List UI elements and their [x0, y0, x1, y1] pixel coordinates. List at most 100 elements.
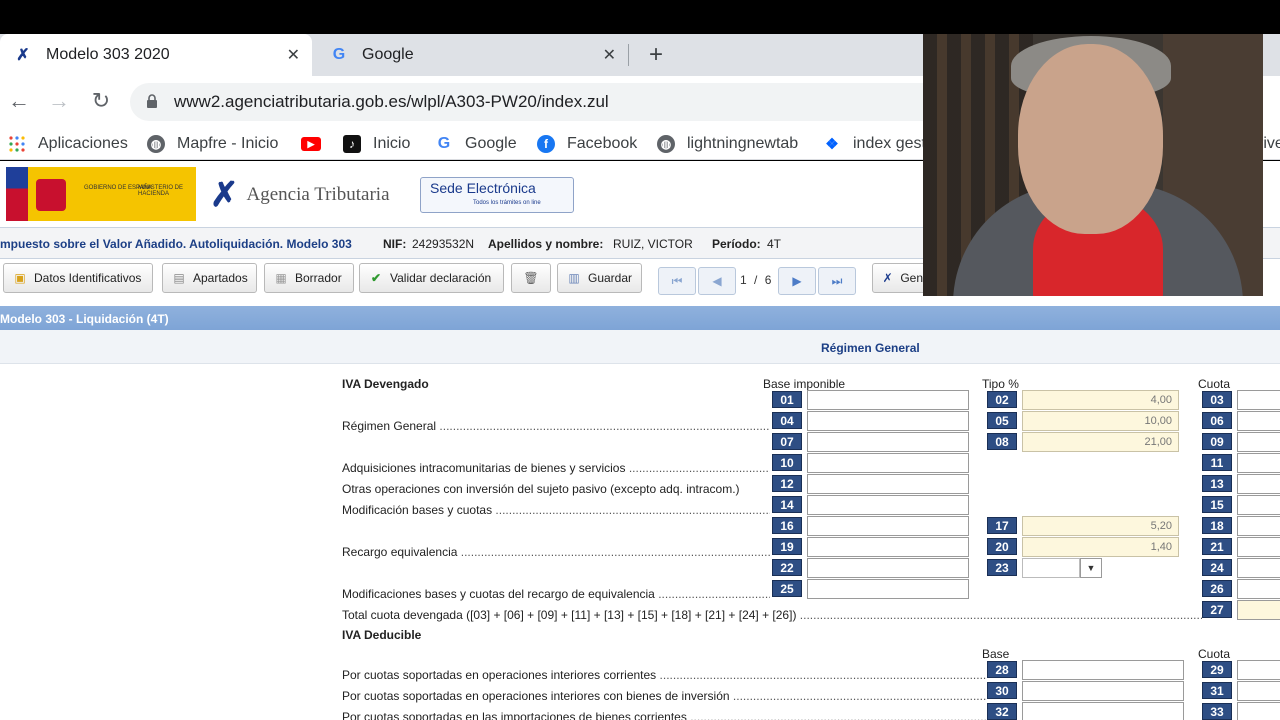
close-tab-icon[interactable]: ✕ — [287, 45, 300, 65]
tab-google[interactable]: G Google ✕ — [316, 34, 628, 76]
cuota-11-input[interactable] — [1237, 453, 1280, 473]
check-icon: ✔ — [370, 271, 382, 285]
prev-page-button[interactable]: ◀ — [698, 267, 736, 295]
base-25-input[interactable] — [807, 579, 969, 599]
period-label: Período: — [712, 237, 761, 251]
bookmark-aplicaciones[interactable]: Aplicaciones — [8, 132, 128, 156]
agencia-tributaria-logo[interactable]: ✗ Agencia Tributaria — [210, 175, 390, 215]
box-25: 25 — [772, 580, 802, 597]
webcam-overlay — [923, 34, 1263, 296]
base-12-input[interactable] — [807, 474, 969, 494]
base-19-input[interactable] — [807, 537, 969, 557]
cuota-29-input[interactable] — [1237, 660, 1280, 680]
sede-electronica-logo[interactable]: Sede Electrónica Todos los trámites on l… — [420, 177, 574, 213]
validar-declaracion-button[interactable]: ✔ Validar declaración — [359, 263, 504, 293]
box-28: 28 — [987, 661, 1017, 678]
liquidacion-form: IVA Devengado Base imponible Tipo % Cuot… — [0, 364, 1280, 720]
guardar-button[interactable]: ▥ Guardar — [557, 263, 642, 293]
base-28-input[interactable] — [1022, 660, 1184, 680]
bookmark-facebook[interactable]: f Facebook — [537, 132, 637, 156]
sede-subtitle: Todos los trámites on line — [473, 200, 541, 206]
button-label: Borrador — [295, 271, 342, 285]
bookmark-inicio[interactable]: ♪ Inicio — [343, 132, 410, 156]
google-icon: G — [332, 46, 346, 63]
base-22-input[interactable] — [807, 558, 969, 578]
cuota-09-field — [1237, 432, 1280, 452]
column-header-base: Base imponible — [763, 377, 846, 391]
tab-modelo-303[interactable]: ✗ Modelo 303 2020 ✕ — [0, 34, 312, 76]
next-page-button[interactable]: ▶ — [778, 267, 816, 295]
base-32-input[interactable] — [1022, 702, 1184, 720]
chevron-down-icon[interactable]: ▼ — [1080, 558, 1102, 578]
presenter-face — [1018, 44, 1163, 234]
label-total-devengada: Total cuota devengada ([03] + [06] + [09… — [342, 608, 1202, 622]
box-24: 24 — [1202, 559, 1232, 576]
bookmark-label: Aplicaciones — [38, 135, 128, 152]
button-label: Apartados — [193, 271, 248, 285]
cuota-15-input[interactable] — [1237, 495, 1280, 515]
base-16-input[interactable] — [807, 516, 969, 536]
nif-label: NIF: — [383, 237, 407, 251]
button-label: Guardar — [588, 271, 633, 285]
base-30-input[interactable] — [1022, 681, 1184, 701]
label-regimen-general: Régimen General — [342, 419, 770, 433]
cuota-31-input[interactable] — [1237, 681, 1280, 701]
inicio-icon: ♪ — [343, 135, 361, 153]
page-indicator: 1 / 6 — [740, 273, 771, 287]
bookmark-google[interactable]: G Google — [435, 132, 517, 156]
bookmark-label: Inicio — [373, 135, 411, 152]
regime-title: Régimen General — [821, 341, 920, 355]
bookmark-youtube[interactable]: ▶ — [301, 132, 333, 156]
tipo-23-select[interactable] — [1022, 558, 1080, 578]
box-17: 17 — [987, 517, 1017, 534]
flag-icon — [6, 167, 28, 221]
box-30: 30 — [987, 682, 1017, 699]
back-arrow-icon[interactable]: ← — [6, 88, 32, 114]
cuota-13-input[interactable] — [1237, 474, 1280, 494]
box-03: 03 — [1202, 391, 1232, 408]
first-page-button[interactable]: ⏮ — [658, 267, 696, 295]
save-icon: ▥ — [568, 271, 580, 285]
base-07-input[interactable] — [807, 432, 969, 452]
label-recargo: Recargo equivalencia — [342, 545, 770, 559]
box-23: 23 — [987, 559, 1017, 576]
cuota-26-input[interactable] — [1237, 579, 1280, 599]
column-header-cuota: Cuota — [1198, 377, 1231, 391]
base-01-input[interactable] — [807, 390, 969, 410]
datos-identificativos-button[interactable]: ▣ Datos Identificativos — [3, 263, 153, 293]
box-21: 21 — [1202, 538, 1232, 555]
box-14: 14 — [772, 496, 802, 513]
bookmark-lightningnewtab[interactable]: ◍ lightningnewtab — [657, 132, 798, 156]
base-10-input[interactable] — [807, 453, 969, 473]
label-deducible-corrientes: Por cuotas soportadas en operaciones int… — [342, 668, 987, 682]
base-14-input[interactable] — [807, 495, 969, 515]
forward-arrow-icon[interactable]: → — [46, 88, 72, 114]
section-title: Modelo 303 - Liquidación (4T) — [0, 312, 169, 326]
box-19: 19 — [772, 538, 802, 555]
box-26: 26 — [1202, 580, 1232, 597]
agencia-tributaria-icon: ✗ — [16, 47, 30, 64]
bookmark-index-gest[interactable]: ❖ index gest — [823, 132, 926, 156]
cuota-33-input[interactable] — [1237, 702, 1280, 720]
reload-icon[interactable]: ↻ — [88, 88, 114, 114]
tab-title: Google — [362, 46, 414, 63]
delete-button[interactable]: 🗑 — [511, 263, 551, 293]
top-black-band — [0, 0, 1280, 34]
box-09: 09 — [1202, 433, 1232, 450]
tab-title: Modelo 303 2020 — [46, 46, 170, 63]
borrador-button[interactable]: ▦ Borrador — [264, 263, 354, 293]
tipo-20-field: 1,40 — [1022, 537, 1179, 557]
last-page-button[interactable]: ⏭ — [818, 267, 856, 295]
box-05: 05 — [987, 412, 1017, 429]
apartados-button[interactable]: ▤ Apartados — [162, 263, 257, 293]
bookmark-label: lightningnewtab — [687, 135, 799, 152]
cuota-06-field — [1237, 411, 1280, 431]
sede-title: Sede Electrónica — [430, 180, 536, 196]
base-04-input[interactable] — [807, 411, 969, 431]
box-10: 10 — [772, 454, 802, 471]
bookmark-mapfre[interactable]: ◍ Mapfre - Inicio — [147, 132, 278, 156]
new-tab-button[interactable]: + — [644, 34, 668, 76]
close-tab-icon[interactable]: ✕ — [603, 45, 616, 65]
box-02: 02 — [987, 391, 1017, 408]
box-01: 01 — [772, 391, 802, 408]
